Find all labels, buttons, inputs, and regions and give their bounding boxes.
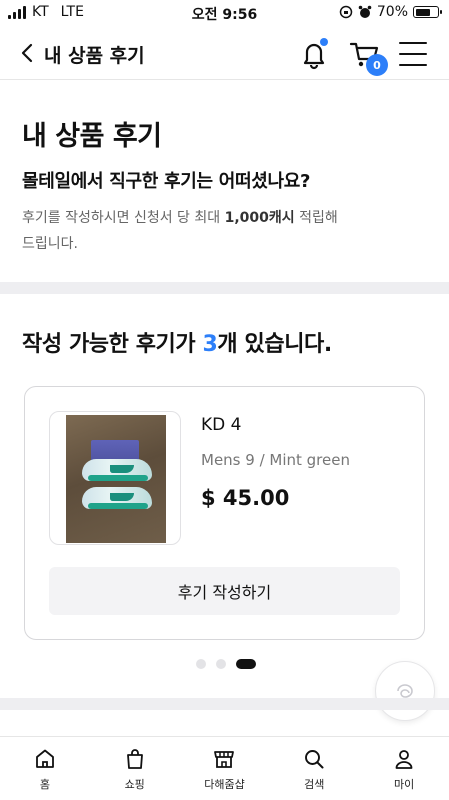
nav-store[interactable]: 다해줌샵 [180,737,270,800]
page-title: 내 상품 후기 [22,121,162,152]
nav-shopping[interactable]: 쇼핑 [90,737,180,800]
nav-home-label: 홈 [39,778,50,791]
product-price: $ 45.00 [201,486,290,510]
heading-suffix: 개 있습니다. [217,332,332,357]
cash-reward-description: 후기를 작성하시면 신청서 당 최대 1,000캐시 적립해드립니다. [22,205,342,257]
battery-icon [413,6,442,18]
nav-search[interactable]: 검색 [269,737,359,800]
nav-search-label: 검색 [304,778,325,791]
shopping-bag-icon [126,749,143,769]
home-icon [35,749,54,768]
user-icon [395,750,413,769]
section-divider [0,282,449,294]
notification-button[interactable] [298,38,330,70]
desc-prefix: 후기를 작성하시면 신청서 당 최대 [22,210,225,226]
battery-percent: 70% [376,4,408,20]
pagination-dot[interactable] [236,659,256,669]
alarm-icon [358,5,372,18]
product-name: KD 4 [201,415,242,435]
status-bar: KT LTE 오전 9:56 70% [0,0,449,26]
carousel-pagination[interactable] [196,659,256,669]
cash-amount: 1,000캐시 [224,210,295,226]
nav-store-label: 다해줌샵 [204,778,245,791]
review-count-heading: 작성 가능한 후기가 3개 있습니다. [22,326,332,358]
nav-my-label: 마이 [393,778,415,791]
product-thumbnail[interactable] [49,411,181,545]
product-option: Mens 9 / Mint green [201,451,350,469]
intro-section: 내 상품 후기 몰테일에서 직구한 후기는 어떠셨나요? 후기를 작성하시면 신… [0,80,449,282]
write-review-button[interactable]: 후기 작성하기 [49,567,400,615]
nav-home[interactable]: 홈 [0,737,90,800]
back-icon[interactable] [18,42,38,64]
search-icon [305,750,324,769]
store-icon [214,751,235,768]
rotation-lock-icon [339,5,353,19]
app-header: 내 상품 후기 0 [0,26,449,80]
pagination-dot[interactable] [196,659,206,669]
page-subtitle: 몰테일에서 직구한 후기는 어떠셨나요? [22,171,311,192]
nav-my[interactable]: 마이 [359,737,449,800]
review-item-card: KD 4 Mens 9 / Mint green $ 45.00 후기 작성하기 [24,386,425,640]
heading-prefix: 작성 가능한 후기가 [22,332,203,357]
pagination-dot[interactable] [216,659,226,669]
menu-icon[interactable] [399,42,427,66]
cart-count-badge: 0 [366,54,388,76]
section-divider-bottom [0,698,449,710]
notification-dot [320,38,328,46]
bottom-nav: 홈 쇼핑 다해줌샵 검색 마이 [0,736,449,800]
status-right: 70% [339,4,442,20]
floating-chat-button[interactable] [375,661,435,721]
header-title: 내 상품 후기 [44,45,145,67]
nav-shopping-label: 쇼핑 [124,778,145,791]
product-photo [66,415,166,543]
review-count: 3 [202,332,218,357]
